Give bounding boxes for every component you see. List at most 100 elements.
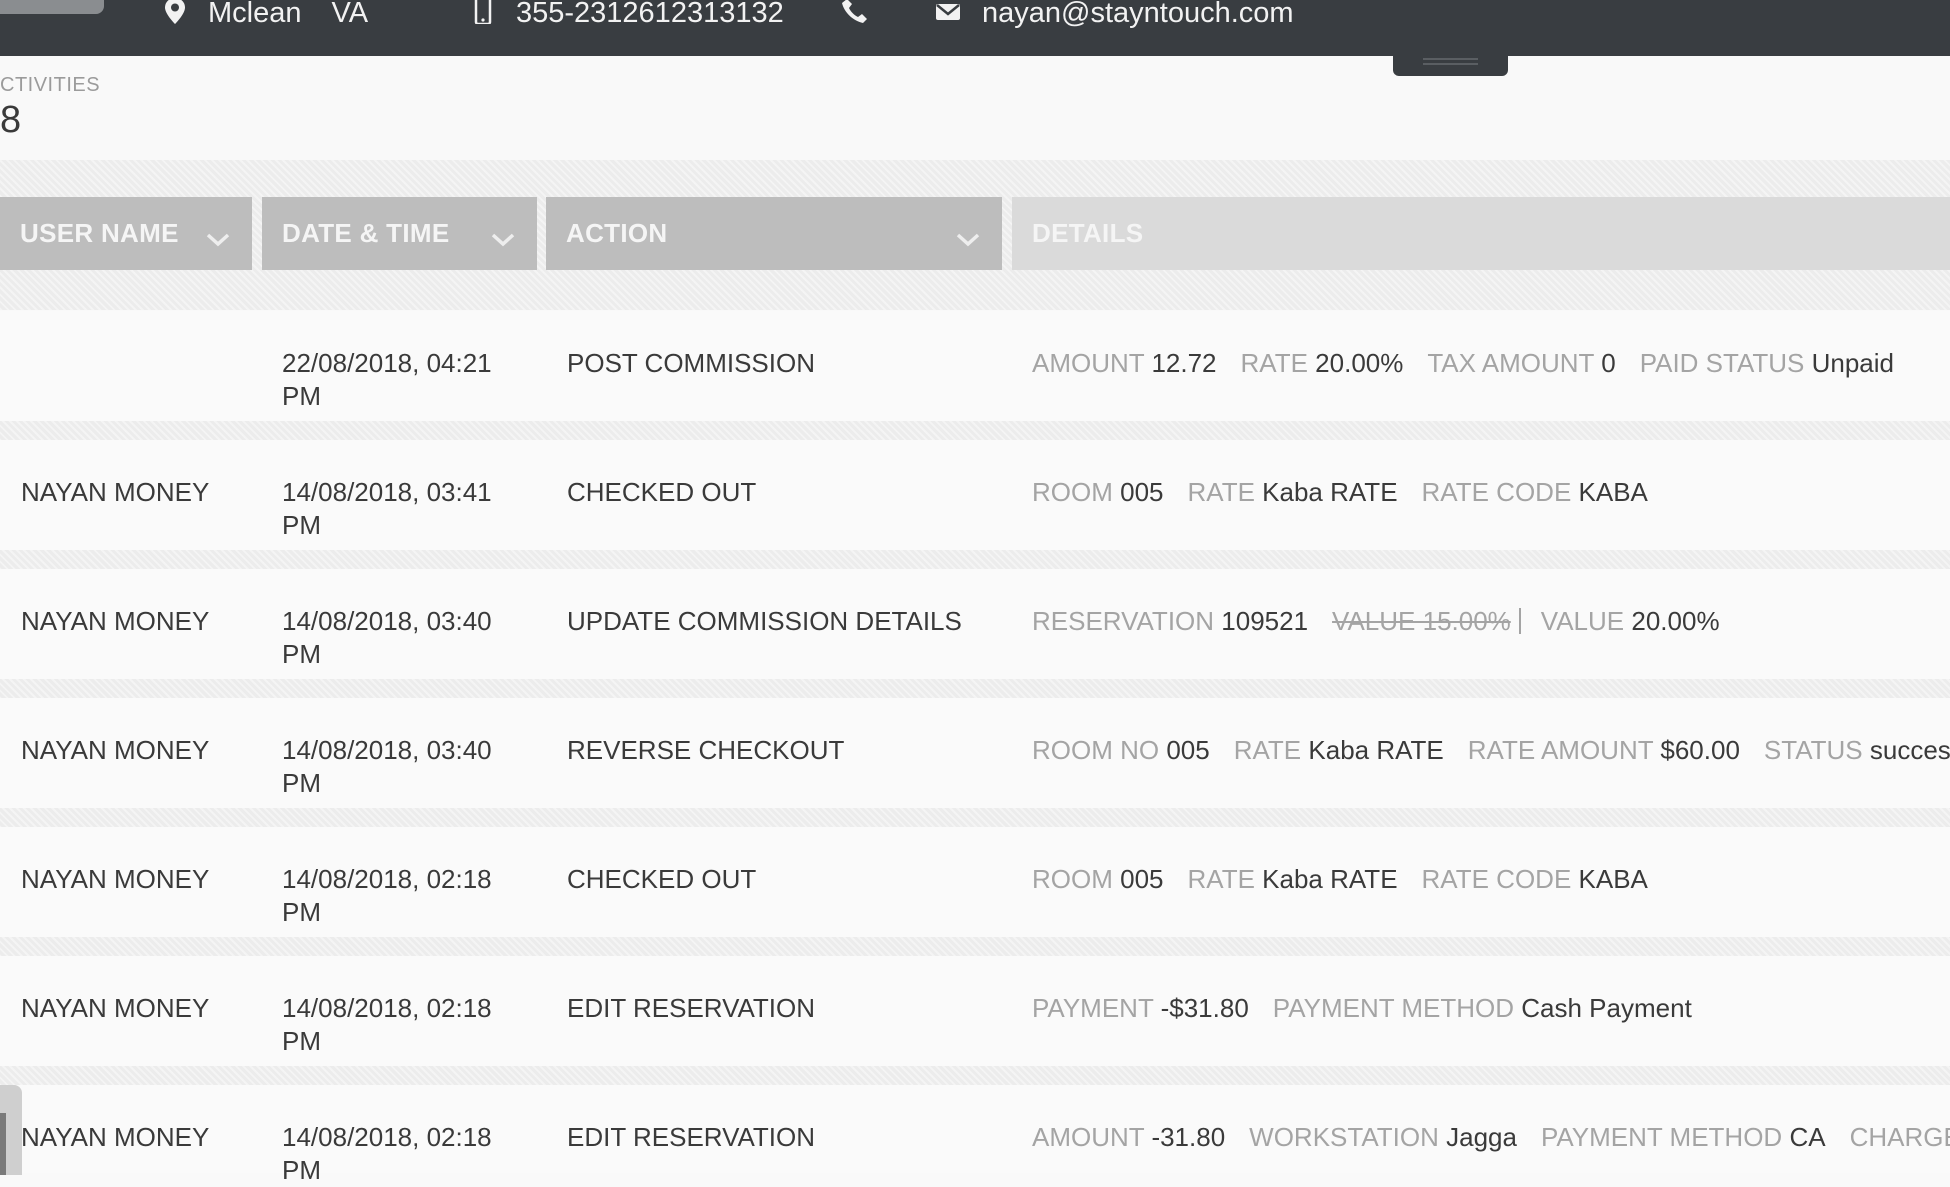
details-cell: PAYMENT -$31.80 PAYMENT METHOD Cash Payme…: [1032, 992, 1716, 1025]
details-cell: ROOM 005 RATE Kaba RATE RATE CODE KABA: [1032, 476, 1672, 509]
table-row[interactable]: NAYAN MONEY 14/08/2018, 02:18 PM EDIT RES…: [0, 1085, 1950, 1185]
table-row[interactable]: NAYAN MONEY 14/08/2018, 02:18 PM CHECKED …: [0, 827, 1950, 937]
action-cell: EDIT RESERVATION: [567, 1122, 816, 1152]
detail-label: RATE CODE: [1421, 864, 1572, 894]
details-cell: ROOM NO 005 RATE Kaba RATE RATE AMOUNT $60…: [1032, 734, 1950, 767]
column-header-date-time[interactable]: DATE & TIME: [262, 197, 537, 270]
detail-item: RATE CODE KABA: [1422, 864, 1648, 894]
action-cell: UPDATE COMMISSION DETAILS: [567, 606, 962, 636]
detail-value: Jagga: [1446, 1122, 1517, 1152]
detail-value: 005: [1120, 864, 1164, 894]
table-row[interactable]: NAYAN MONEY 14/08/2018, 02:18 PM EDIT RES…: [0, 956, 1950, 1066]
row-separator: [0, 679, 1950, 699]
detail-item: RATE Kaba RATE: [1234, 735, 1444, 765]
column-header-label: USER NAME: [20, 218, 179, 248]
date-text: 14/08/2018, 02:18: [282, 864, 492, 894]
detail-label: CHARGE CO: [1849, 1122, 1950, 1152]
time-period-text: PM: [282, 1155, 321, 1185]
chevron-down-icon[interactable]: [206, 224, 230, 255]
column-header-user-name[interactable]: USER NAME: [0, 197, 252, 270]
date-time-cell: 14/08/2018, 02:18 PM: [282, 992, 492, 1058]
detail-value: 20.00%: [1315, 348, 1404, 378]
date-text: 14/08/2018, 02:18: [282, 993, 492, 1023]
detail-item: RATE Kaba RATE: [1188, 864, 1398, 894]
detail-label: AMOUNT: [1032, 1122, 1145, 1152]
phone-number[interactable]: 355-2312612313132: [516, 0, 784, 28]
user-name-cell: NAYAN MONEY: [21, 735, 210, 765]
time-period-text: PM: [282, 1026, 321, 1056]
detail-item: PAYMENT METHOD CA: [1541, 1122, 1826, 1152]
detail-value: 005: [1166, 735, 1210, 765]
chevron-down-icon[interactable]: [956, 224, 980, 255]
detail-label: RATE: [1187, 477, 1255, 507]
detail-label: WORKSTATION: [1249, 1122, 1439, 1152]
column-header-action[interactable]: ACTION: [546, 197, 1002, 270]
location-pin-icon: [164, 0, 186, 28]
phone-info: 355-2312612313132: [474, 0, 784, 28]
detail-item: RATE 20.00%: [1241, 348, 1404, 378]
avatar[interactable]: [0, 0, 104, 14]
detail-label: STATUS: [1763, 735, 1863, 765]
detail-value: CA: [1789, 1122, 1826, 1152]
detail-item: RESERVATION 109521: [1032, 606, 1308, 636]
old-value: VALUE 15.00%: [1332, 606, 1511, 636]
details-cell: AMOUNT 12.72 RATE 20.00% TAX AMOUNT 0 PAID …: [1032, 347, 1918, 380]
detail-item: ROOM NO 005: [1032, 735, 1210, 765]
detail-label: ROOM: [1032, 864, 1113, 894]
detail-item: TAX AMOUNT 0: [1427, 348, 1615, 378]
drawer-handle[interactable]: [1393, 56, 1508, 76]
detail-item: PAYMENT -$31.80: [1032, 993, 1249, 1023]
detail-value: success: [1869, 735, 1950, 765]
city-text: Mclean: [208, 0, 302, 29]
mobile-phone-icon: [474, 0, 492, 28]
detail-value: -31.80: [1151, 1122, 1226, 1152]
detail-label: PAID STATUS: [1639, 348, 1805, 378]
table-row[interactable]: NAYAN MONEY 14/08/2018, 03:41 PM CHECKED …: [0, 440, 1950, 550]
date-text: 14/08/2018, 03:40: [282, 606, 492, 636]
table-row[interactable]: NAYAN MONEY 14/08/2018, 03:40 PM UPDATE C…: [0, 569, 1950, 679]
detail-label: PAYMENT METHOD: [1540, 1122, 1783, 1152]
action-cell: EDIT RESERVATION: [567, 993, 816, 1023]
date-text: 14/08/2018, 03:41: [282, 477, 492, 507]
table-row[interactable]: 22/08/2018, 04:21 PM POST COMMISSION AMOU…: [0, 311, 1950, 421]
column-header-label: ACTION: [566, 218, 668, 248]
detail-value: KABA: [1578, 864, 1648, 894]
date-time-cell: 14/08/2018, 02:18 PM: [282, 863, 492, 929]
chevron-down-icon[interactable]: [491, 224, 515, 255]
table-row[interactable]: NAYAN MONEY 14/08/2018, 03:40 PM REVERSE …: [0, 698, 1950, 808]
drawer-grip-line: [1423, 58, 1478, 60]
row-separator: [0, 421, 1950, 441]
detail-label: RATE AMOUNT: [1467, 735, 1654, 765]
column-header-label: DETAILS: [1032, 218, 1144, 248]
detail-item: RATE Kaba RATE: [1188, 477, 1398, 507]
action-cell: CHECKED OUT: [567, 864, 757, 894]
user-name-cell: NAYAN MONEY: [21, 606, 210, 636]
detail-item: WORKSTATION Jagga: [1249, 1122, 1517, 1152]
action-cell: POST COMMISSION: [567, 348, 815, 378]
detail-value: 12.72: [1151, 348, 1217, 378]
detail-label: AMOUNT: [1032, 348, 1145, 378]
detail-item: RATE AMOUNT $60.00: [1468, 735, 1740, 765]
date-text: 14/08/2018, 03:40: [282, 735, 492, 765]
detail-value: -$31.80: [1160, 993, 1249, 1023]
detail-label: RESERVATION: [1032, 606, 1215, 636]
date-text: 22/08/2018, 04:21: [282, 348, 492, 378]
location-info: Mclean VA: [164, 0, 368, 29]
side-panel-tab[interactable]: [0, 1085, 22, 1175]
detail-value: 005: [1120, 477, 1164, 507]
action-cell: REVERSE CHECKOUT: [567, 735, 845, 765]
value-separator: [1518, 608, 1521, 634]
call-button[interactable]: [842, 0, 868, 26]
detail-value: Cash Payment: [1521, 993, 1692, 1023]
detail-item: ROOM 005: [1032, 477, 1164, 507]
detail-value: Unpaid: [1811, 348, 1895, 378]
email-address[interactable]: nayan@stayntouch.com: [982, 0, 1294, 28]
drawer-grip-line: [1423, 63, 1478, 65]
detail-label: ROOM NO: [1032, 735, 1160, 765]
detail-item: STATUS success: [1764, 735, 1950, 765]
date-time-cell: 22/08/2018, 04:21 PM: [282, 347, 492, 413]
detail-item: AMOUNT 12.72: [1032, 348, 1217, 378]
call-icon[interactable]: [842, 0, 868, 27]
detail-item: PAID STATUS Unpaid: [1640, 348, 1894, 378]
detail-label: TAX AMOUNT: [1427, 348, 1594, 378]
